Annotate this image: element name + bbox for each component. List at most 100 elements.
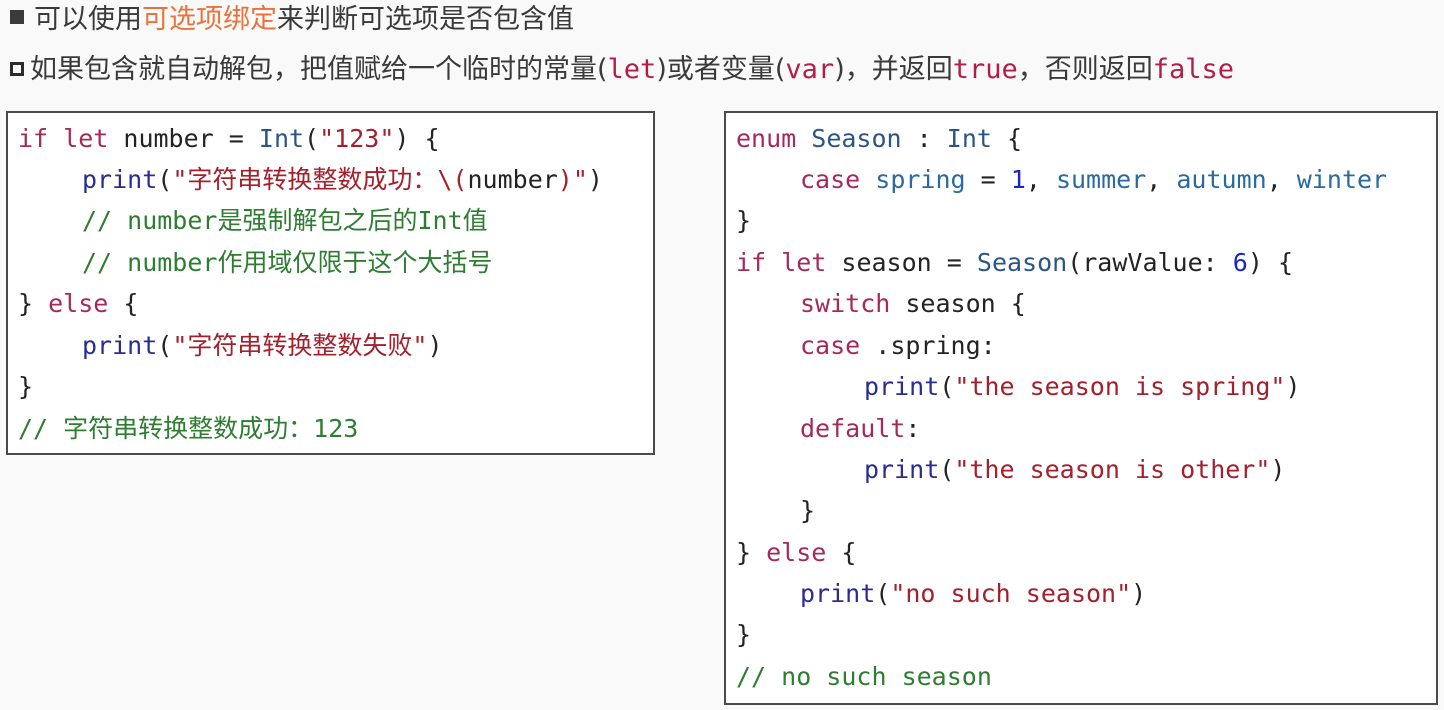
code-token: "123" [319,124,395,153]
code-line-r2: case spring = 1, summer, autumn, winter [800,165,1388,194]
code-line-r13: } [736,620,752,649]
code-token: number [123,124,214,153]
code-comment: // no such season [736,662,992,691]
code-token: case [800,165,861,194]
code-token: 1 [1010,165,1026,194]
code-token: ( [939,372,955,401]
code-token: ( [157,331,173,360]
code-token: print [864,372,940,401]
code-line-r4: if let season = Season(rawValue: 6) { [736,247,1293,279]
code-line-r3: } [736,206,752,235]
code-token: winter [1296,165,1388,194]
code-token: ( [157,165,173,194]
code-block-left: if let number = Int("123") { print("字符串转… [6,111,655,455]
code-block-right: enum Season : Int { case spring = 1, sum… [724,111,1438,705]
bullet-line-1: 可以使用可选项绑定来判断可选项是否包含值 [10,2,574,38]
line2-part2: )或者变量( [656,54,786,85]
code-line-r5: switch season { [800,288,1026,320]
code-comment: // number是强制解包之后的Int值 [82,206,488,235]
line2-var: var [785,54,835,85]
code-token: Season [976,248,1068,277]
code-token: ) [1270,455,1286,484]
code-line-r8: default: [800,413,920,445]
code-token: } [18,289,34,318]
code-line-r7: print("the season is spring") [864,371,1301,403]
code-line-r11: } else { [736,537,856,569]
code-token: summer [1055,165,1147,194]
code-line-7: } [18,372,34,401]
code-token: ) [1131,579,1147,608]
line2-part4: ，否则返回 [1017,54,1153,85]
code-token: (rawValue: [1067,248,1233,277]
code-token: default [800,414,906,443]
code-token: number [467,165,558,194]
code-token: enum [736,124,797,153]
filled-square-bullet-icon [10,10,24,24]
code-token: season [905,289,996,318]
code-line-r10: } [800,496,816,525]
code-token: case [800,331,861,360]
code-token: ( [875,579,891,608]
code-comment: // number作用域仅限于这个大括号 [82,248,493,277]
line2-true: true [952,54,1018,85]
code-token: = [946,248,962,277]
code-token: = [980,165,996,194]
code-line-5: } else { [18,288,138,320]
code-line-2: print("字符串转换整数成功：\(number)") [82,164,603,196]
code-line-r6: case .spring: [800,330,996,362]
line1-prefix: 可以使用 [34,4,142,35]
code-token: ( [939,455,955,484]
code-token: ) [427,331,443,360]
code-token: let [63,124,109,153]
code-token: : [905,414,921,443]
code-token: spring [875,165,966,194]
code-token: print [800,579,876,608]
code-token: "the season is other" [954,455,1271,484]
code-token: else [766,538,827,567]
code-line-6: print("字符串转换整数失败") [82,330,443,362]
code-token: print [82,165,158,194]
code-token: ) { [1247,248,1293,277]
code-line-1: if let number = Int("123") { [18,123,440,155]
line2-part1: 如果包含就自动解包，把值赋给一个临时的常量( [30,54,608,85]
code-token: { [1007,124,1023,153]
code-token: switch [800,289,891,318]
code-token: { [123,289,139,318]
bullet-line-2: 如果包含就自动解包，把值赋给一个临时的常量(let)或者变量(var)，并返回t… [10,52,1234,88]
code-token: let [781,248,827,277]
code-token: 6 [1232,248,1248,277]
line2-let: let [607,54,657,85]
code-token: .spring: [875,331,996,360]
code-token: autumn [1176,165,1267,194]
code-comment: // 字符串转换整数成功：123 [18,414,359,443]
code-token: ( [304,124,320,153]
code-token: if [18,124,49,153]
code-token: print [864,455,940,484]
code-token: "字符串转换整数失败" [172,331,428,360]
code-token: ) { [394,124,440,153]
code-token: "no such season" [890,579,1132,608]
code-token: season [841,248,932,277]
code-token: { [1010,289,1026,318]
code-token: print [82,331,158,360]
code-token: Int [946,124,992,153]
hollow-square-bullet-icon [10,62,24,76]
code-token: ) [587,165,603,194]
code-token: } [736,538,752,567]
code-token: { [841,538,857,567]
code-token: else [48,289,109,318]
line1-highlight: 可选项绑定 [142,4,277,35]
code-token: )" [557,165,588,194]
code-line-r9: print("the season is other") [864,454,1285,486]
line1-suffix: 来判断可选项是否包含值 [277,4,574,35]
code-token: : [916,124,932,153]
code-line-r12: print("no such season") [800,578,1146,610]
code-token: ) [1285,372,1301,401]
line2-false: false [1152,54,1235,85]
code-token: Season [811,124,902,153]
code-token: Int [258,124,305,153]
code-token: = [228,124,244,153]
code-line-r1: enum Season : Int { [736,123,1022,155]
code-token: "the season is spring" [954,372,1286,401]
line2-part3: )，并返回 [834,54,953,85]
